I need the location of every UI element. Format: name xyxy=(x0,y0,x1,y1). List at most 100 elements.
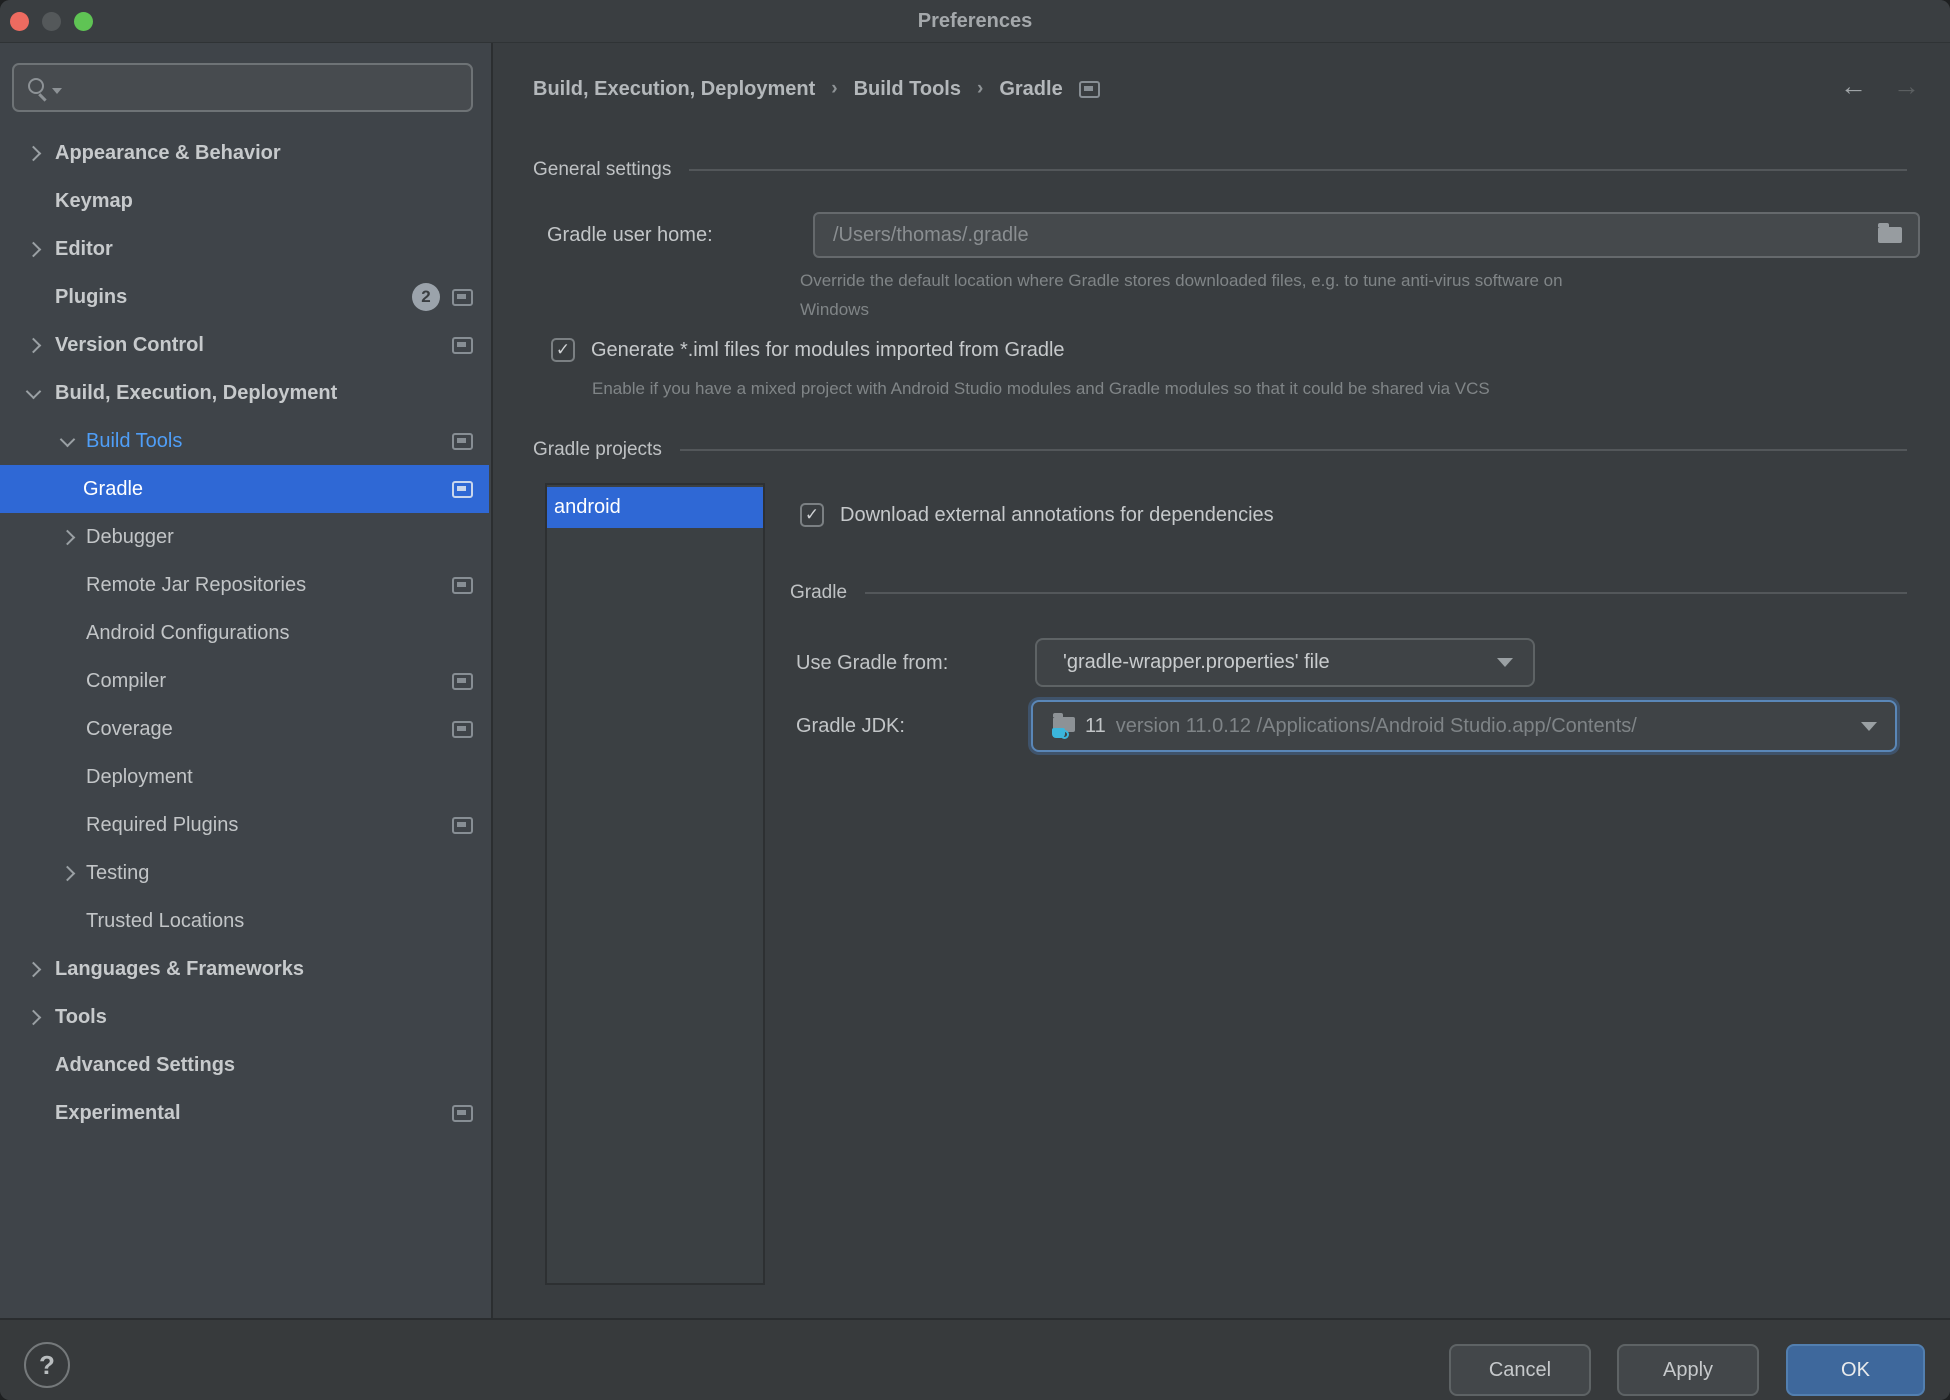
chevron-placeholder xyxy=(20,177,55,225)
sidebar-item-deployment[interactable]: Deployment xyxy=(0,753,489,801)
settings-pane-icon xyxy=(452,577,473,594)
sidebar-item-label: Version Control xyxy=(55,334,204,357)
sidebar-item-label: Trusted Locations xyxy=(86,910,244,933)
generate-iml-help: Enable if you have a mixed project with … xyxy=(592,374,1490,403)
title-bar: Preferences xyxy=(0,0,1950,43)
search-options-caret-icon[interactable] xyxy=(52,88,62,94)
sidebar-item-label: Gradle xyxy=(83,478,143,501)
settings-pane-icon xyxy=(452,817,473,834)
settings-pane-icon xyxy=(1079,81,1100,98)
list-item-android[interactable]: android xyxy=(547,487,763,528)
use-gradle-from-dropdown[interactable]: 'gradle-wrapper.properties' file xyxy=(1035,638,1535,687)
use-gradle-from-value: 'gradle-wrapper.properties' file xyxy=(1063,651,1497,674)
sidebar-item-coverage[interactable]: Coverage xyxy=(0,705,489,753)
gradle-projects-section-header: Gradle projects xyxy=(533,436,1907,464)
chevron-down-icon[interactable] xyxy=(20,369,55,417)
forward-icon: → xyxy=(1893,69,1920,103)
chevron-right-icon[interactable] xyxy=(20,993,55,1041)
sidebar-item-remote-jar-repositories[interactable]: Remote Jar Repositories xyxy=(0,561,489,609)
section-title: General settings xyxy=(533,159,671,181)
sidebar-item-tools[interactable]: Tools xyxy=(0,993,489,1041)
sidebar-item-editor[interactable]: Editor xyxy=(0,225,489,273)
sidebar-item-debugger[interactable]: Debugger xyxy=(0,513,489,561)
sidebar-item-trusted-locations[interactable]: Trusted Locations xyxy=(0,897,489,945)
chevron-placeholder xyxy=(51,705,86,753)
sidebar-item-label: Tools xyxy=(55,1006,107,1029)
section-rule xyxy=(680,449,1907,451)
chevron-right-icon[interactable] xyxy=(51,849,86,897)
chevron-right-icon[interactable] xyxy=(20,945,55,993)
help-button[interactable]: ? xyxy=(24,1342,70,1388)
sidebar-item-android-configurations[interactable]: Android Configurations xyxy=(0,609,489,657)
chevron-placeholder xyxy=(20,1041,55,1089)
ok-button[interactable]: OK xyxy=(1786,1344,1925,1396)
sidebar-item-label: Keymap xyxy=(55,190,133,213)
download-annotations-checkbox[interactable]: ✓ xyxy=(800,503,824,527)
gradle-subsection-header: Gradle xyxy=(790,579,1907,607)
breadcrumb-separator-icon: › xyxy=(977,78,983,100)
settings-pane-icon xyxy=(452,481,473,498)
gradle-user-home-field[interactable]: /Users/thomas/.gradle xyxy=(813,212,1920,258)
sidebar-item-gradle[interactable]: Gradle xyxy=(0,465,489,513)
settings-pane-icon xyxy=(452,337,473,354)
sidebar-item-label: Build, Execution, Deployment xyxy=(55,382,337,405)
sidebar-item-label: Debugger xyxy=(86,526,174,549)
search-input[interactable] xyxy=(64,65,471,110)
section-rule xyxy=(865,592,1907,594)
cancel-button[interactable]: Cancel xyxy=(1449,1344,1591,1396)
chevron-down-icon[interactable] xyxy=(51,417,86,465)
sidebar-item-label: Deployment xyxy=(86,766,193,789)
generate-iml-checkbox-row: ✓ Generate *.iml files for modules impor… xyxy=(551,338,1065,362)
settings-pane-icon xyxy=(452,289,473,306)
gradle-user-home-help: Override the default location where Grad… xyxy=(800,266,1563,324)
sidebar-item-compiler[interactable]: Compiler xyxy=(0,657,489,705)
sidebar-item-appearance-behavior[interactable]: Appearance & Behavior xyxy=(0,129,489,177)
sidebar-item-label: Android Configurations xyxy=(86,622,289,645)
sidebar-item-plugins[interactable]: Plugins 2 xyxy=(0,273,489,321)
sidebar-item-required-plugins[interactable]: Required Plugins xyxy=(0,801,489,849)
settings-pane-icon xyxy=(452,721,473,738)
sidebar-item-label: Required Plugins xyxy=(86,814,238,837)
chevron-right-icon[interactable] xyxy=(20,129,55,177)
chevron-right-icon[interactable] xyxy=(20,321,55,369)
generate-iml-checkbox[interactable]: ✓ xyxy=(551,338,575,362)
sidebar-item-version-control[interactable]: Version Control xyxy=(0,321,489,369)
section-title: Gradle projects xyxy=(533,439,662,461)
sidebar-item-build-execution-deployment[interactable]: Build, Execution, Deployment xyxy=(0,369,489,417)
settings-pane-icon xyxy=(452,433,473,450)
apply-button[interactable]: Apply xyxy=(1617,1344,1759,1396)
chevron-placeholder xyxy=(51,753,86,801)
sidebar-item-experimental[interactable]: Experimental xyxy=(0,1089,489,1137)
browse-folder-icon[interactable] xyxy=(1878,227,1902,243)
sidebar-item-testing[interactable]: Testing xyxy=(0,849,489,897)
sidebar-item-advanced-settings[interactable]: Advanced Settings xyxy=(0,1041,489,1089)
chevron-placeholder xyxy=(51,897,86,945)
dropdown-arrow-icon xyxy=(1861,722,1877,731)
settings-tree: Appearance & Behavior Keymap Editor Plug… xyxy=(0,129,489,1137)
sidebar-item-label: Advanced Settings xyxy=(55,1054,235,1077)
sidebar-item-build-tools[interactable]: Build Tools xyxy=(0,417,489,465)
back-icon[interactable]: ← xyxy=(1840,69,1867,103)
gradle-projects-list: android xyxy=(545,483,765,1285)
sidebar-item-label: Appearance & Behavior xyxy=(55,142,281,165)
checkmark-icon: ✓ xyxy=(556,340,570,360)
chevron-placeholder xyxy=(20,273,55,321)
sidebar-item-keymap[interactable]: Keymap xyxy=(0,177,489,225)
chevron-right-icon[interactable] xyxy=(20,225,55,273)
dialog-footer: ? Cancel Apply OK xyxy=(0,1318,1950,1400)
settings-content-panel: Build, Execution, Deployment › Build Too… xyxy=(493,43,1950,1318)
sidebar-item-languages-frameworks[interactable]: Languages & Frameworks xyxy=(0,945,489,993)
history-navigation: ← → xyxy=(1840,69,1920,103)
sidebar-item-label: Coverage xyxy=(86,718,173,741)
gradle-user-home-label: Gradle user home: xyxy=(547,221,713,249)
gradle-user-home-value: /Users/thomas/.gradle xyxy=(833,224,1878,247)
gradle-jdk-dropdown[interactable]: 11 version 11.0.12 /Applications/Android… xyxy=(1031,700,1897,752)
search-field[interactable] xyxy=(12,63,473,112)
help-line: Override the default location where Grad… xyxy=(800,266,1563,295)
sidebar-item-label: Build Tools xyxy=(86,430,182,453)
chevron-right-icon[interactable] xyxy=(51,513,86,561)
jdk-folder-icon xyxy=(1053,717,1075,732)
help-icon: ? xyxy=(39,1350,55,1381)
section-rule xyxy=(689,169,1907,171)
plugins-update-badge: 2 xyxy=(412,283,440,311)
